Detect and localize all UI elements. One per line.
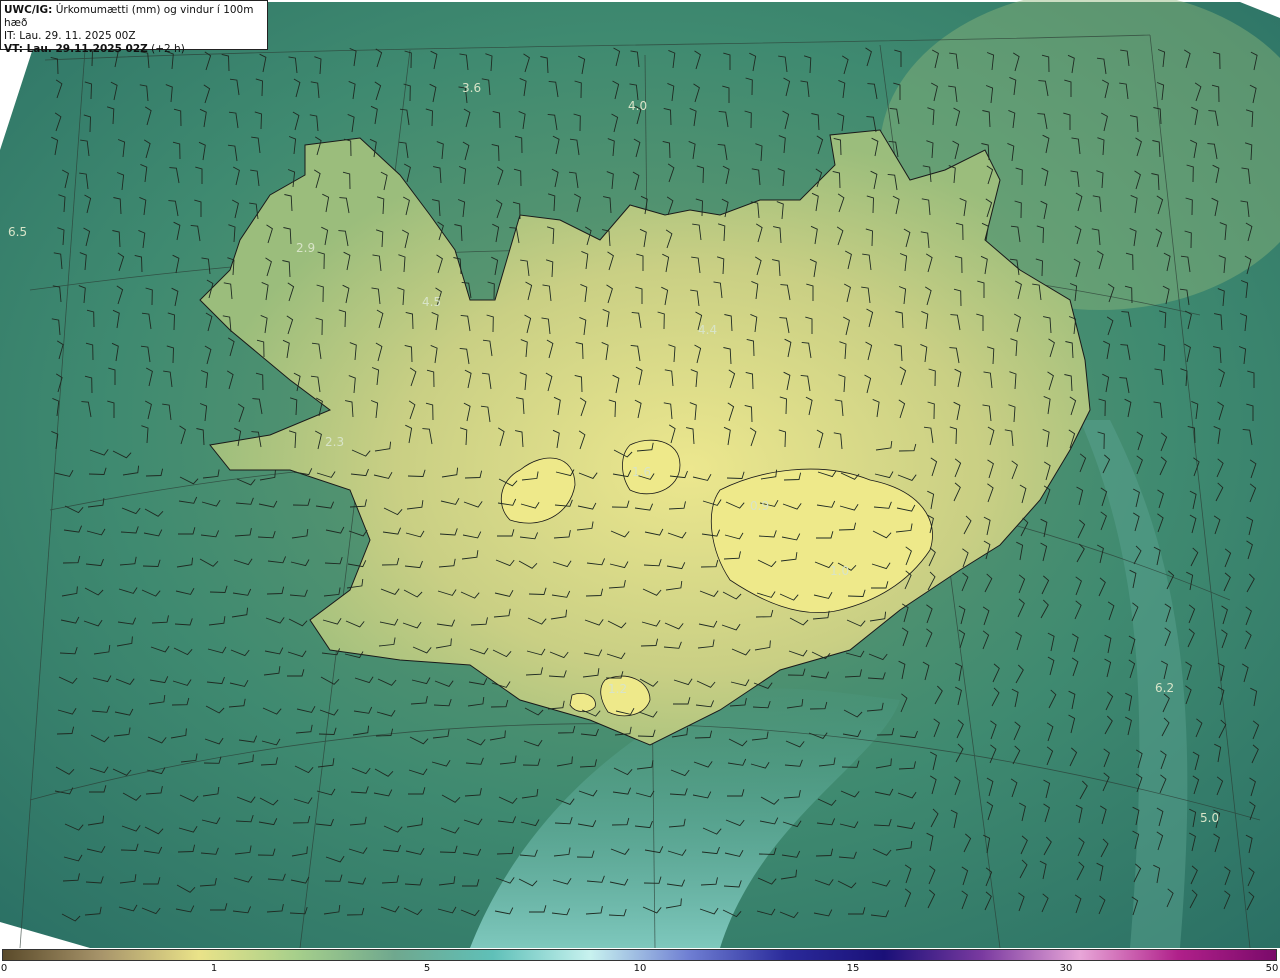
colorbar-tick: 1 xyxy=(210,963,218,974)
value-label: 6.5 xyxy=(8,225,27,239)
colorbar-tick: 0 xyxy=(0,963,8,974)
colorbar-tick: 15 xyxy=(846,963,860,974)
value-label: 1.2 xyxy=(608,682,627,696)
initial-time: IT: Lau. 29. 11. 2025 00Z xyxy=(4,30,136,42)
model-name: UWC/IG: xyxy=(4,4,53,16)
value-label: 4.5 xyxy=(422,295,441,309)
colorbar-tick: 5 xyxy=(423,963,431,974)
value-label: 5.0 xyxy=(1200,811,1219,825)
colorbar-tick: 10 xyxy=(633,963,647,974)
value-label: 3.6 xyxy=(462,81,481,95)
value-label: 4.4 xyxy=(698,323,717,337)
colorbar-tick: 30 xyxy=(1059,963,1073,974)
value-label: 0.9 xyxy=(750,499,769,513)
lead-time: (+2 h) xyxy=(151,43,185,55)
colorbar-tick: 50 xyxy=(1265,963,1279,974)
value-label: 1.0 xyxy=(830,564,849,578)
colorbar-strip xyxy=(2,949,1277,961)
value-label: 6.2 xyxy=(1155,681,1174,695)
valid-time: VT: Lau. 29.11.2025 02Z xyxy=(4,43,148,55)
colorbar: 0 1 5 10 15 30 50 xyxy=(0,948,1280,978)
value-label: 2.9 xyxy=(296,241,315,255)
value-label: 2.3 xyxy=(325,435,344,449)
weather-map[interactable]: 3.6 4.0 6.5 2.9 4.5 4.4 2.3 1.6 0.9 1.0 … xyxy=(0,0,1280,948)
map-info-box: UWC/IG: Úrkomumætti (mm) og vindur í 100… xyxy=(0,0,268,55)
value-label: 4.0 xyxy=(628,99,647,113)
value-label: 1.6 xyxy=(632,465,651,479)
